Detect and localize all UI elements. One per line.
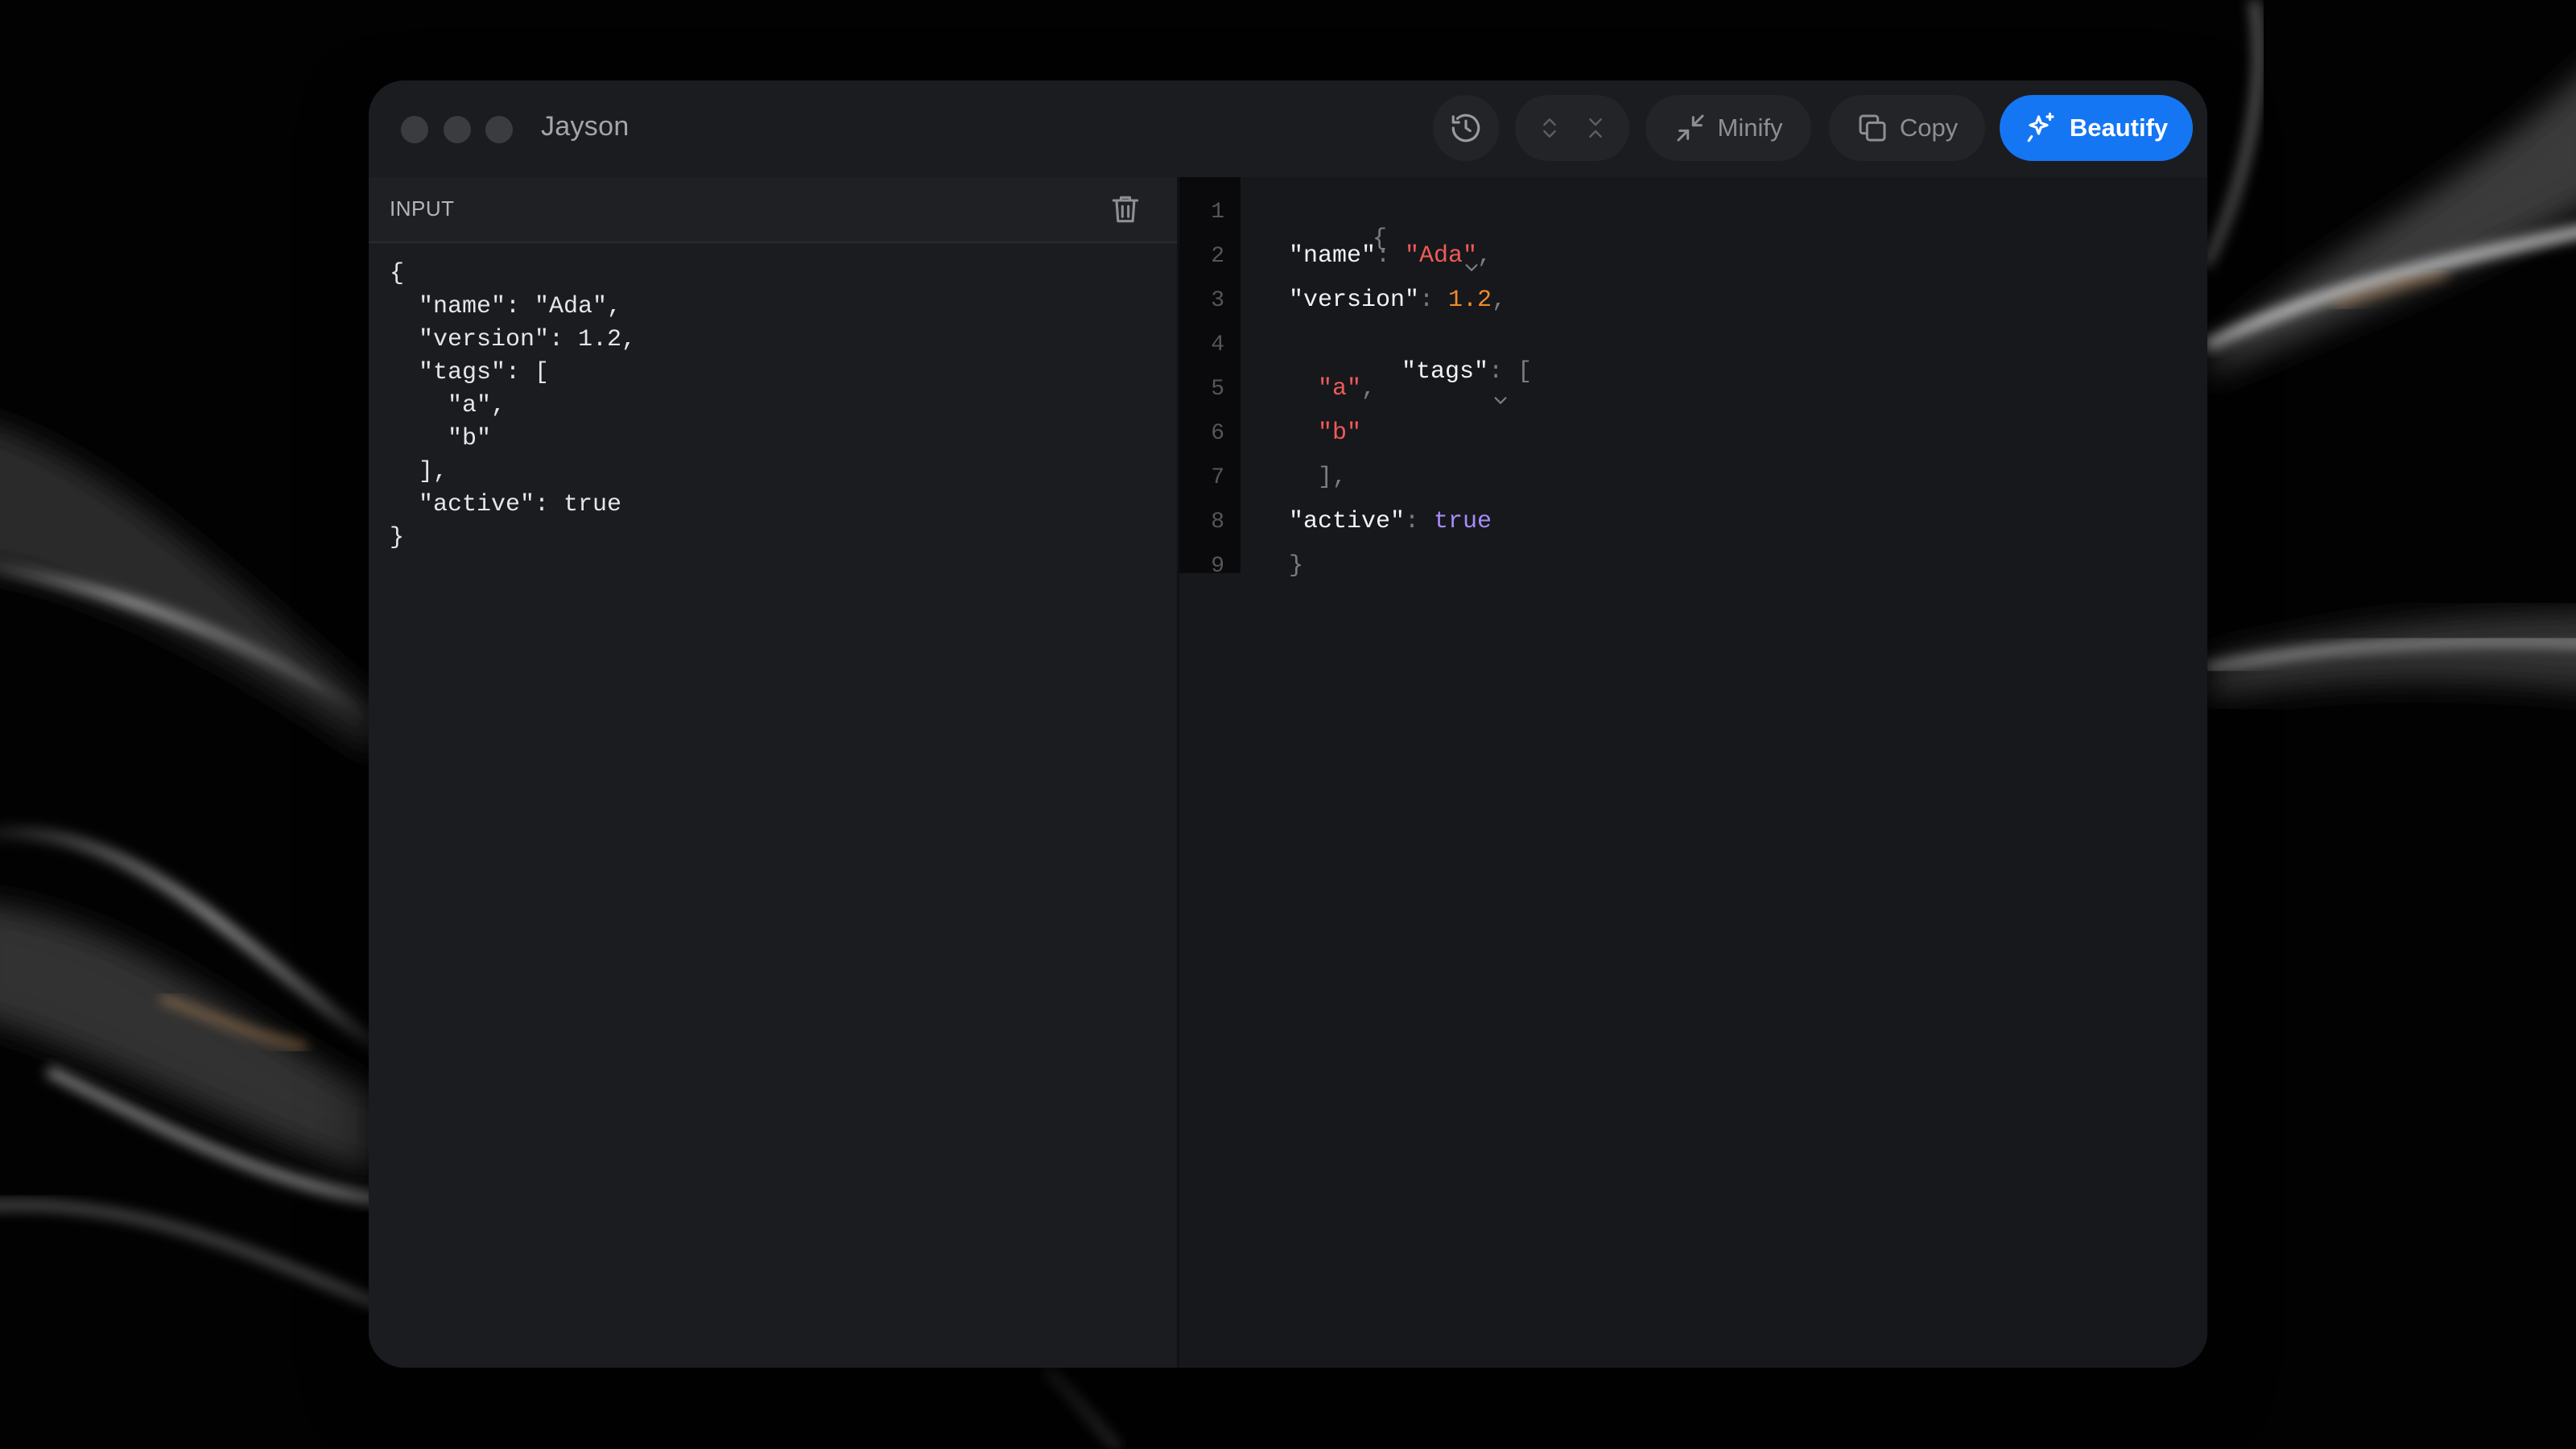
json-bracket: ], [1318,464,1348,491]
line-number: 8 [1211,510,1224,535]
json-comma: , [1477,242,1492,270]
code-line-9: } [1289,552,1303,580]
minify-button[interactable]: Minify [1645,95,1811,161]
input-header: INPUT [369,177,1177,243]
json-input-editor[interactable]: { "name": "Ada", "version": 1.2, "tags":… [390,258,636,555]
json-colon: : [1376,242,1406,270]
line-number: 1 [1211,200,1224,225]
line-number-gutter: 1 2 3 4 5 6 7 8 9 [1179,177,1241,579]
line-number: 4 [1211,332,1224,357]
code-line-7: ], [1318,464,1347,491]
app-title: Jayson [541,111,630,142]
json-boolean-value: true [1434,508,1492,535]
sparkles-icon [2025,111,2058,145]
line-number: 9 [1211,554,1224,579]
output-pane: 1 2 3 4 5 6 7 8 9 { "name": "Ada", "vers… [1179,177,2207,1368]
close-window-button[interactable] [401,116,428,143]
copy-button[interactable]: Copy [1829,95,1985,161]
fold-controls [1515,95,1629,161]
json-colon: : [1405,508,1435,535]
beautify-label: Beautify [2069,114,2169,142]
copy-icon [1856,112,1889,144]
json-bracket: [ [1517,358,1533,386]
json-colon: : [1488,358,1518,386]
code-line-8: "active": true [1289,508,1492,535]
input-pane: INPUT { "name": "Ada", "version": 1.2, "… [369,177,1179,1368]
json-comma: , [1492,287,1507,314]
app-window: Jayson Minify Copy Beautify INPUT {"nam… [369,80,2207,1368]
minimize-arrows-icon [1674,112,1707,144]
code-line-2: "name": "Ada", [1289,242,1492,270]
chevrons-collapse-icon[interactable] [1583,115,1608,141]
json-key: "name" [1289,242,1377,270]
json-key: "active" [1289,508,1406,535]
title-bar: Jayson Minify Copy Beautify [369,80,2207,177]
json-key: "tags" [1402,358,1489,386]
code-line-6: "b" [1318,419,1361,447]
json-number-value: 1.2 [1448,287,1492,314]
line-number: 7 [1211,465,1224,490]
code-line-5: "a", [1318,375,1376,402]
input-label: INPUT [390,196,455,221]
json-string-value: "b" [1318,419,1362,447]
json-key: "version" [1289,287,1420,314]
copy-label: Copy [1899,114,1959,142]
code-line-3: "version": 1.2, [1289,287,1506,314]
minify-label: Minify [1717,114,1783,142]
json-comma: , [1361,375,1377,402]
line-number: 3 [1211,288,1224,313]
maximize-window-button[interactable] [485,116,513,143]
chevrons-expand-icon[interactable] [1537,115,1563,141]
line-number: 6 [1211,421,1224,446]
line-number: 5 [1211,377,1224,402]
fold-chevron-icon[interactable] [1376,362,1507,404]
json-colon: : [1419,287,1449,314]
history-icon [1449,111,1483,145]
json-string-value: "Ada" [1405,242,1478,270]
minimize-window-button[interactable] [444,116,471,143]
trash-icon[interactable] [1108,192,1143,227]
json-brace: } [1289,552,1304,580]
beautify-button[interactable]: Beautify [2000,95,2193,161]
history-button[interactable] [1433,95,1499,161]
json-string-value: "a" [1318,375,1362,402]
line-number: 2 [1211,244,1224,269]
